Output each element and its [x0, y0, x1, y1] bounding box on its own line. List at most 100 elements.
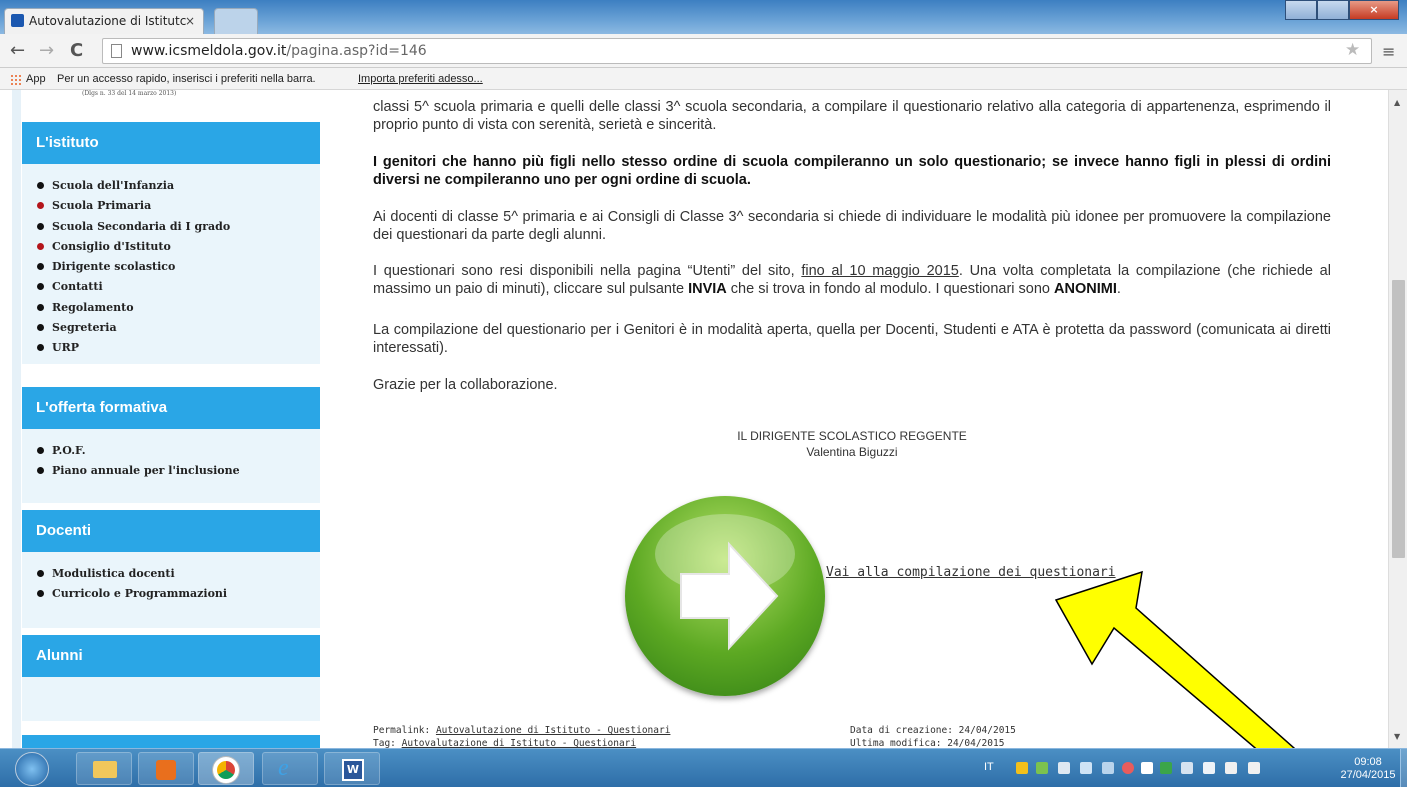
bluetooth-icon[interactable] [1141, 762, 1153, 774]
sidebar: (Dlgs n. 33 del 14 marzo 2013) L'istitut… [22, 90, 320, 748]
sidebar-item-urp[interactable]: URP [36, 338, 320, 358]
chrome-icon [213, 757, 239, 783]
network-icon[interactable] [1203, 762, 1215, 774]
paragraph-docenti: Ai docenti di classe 5^ primaria e ai Co… [373, 209, 1331, 243]
sidebar-menu-alunni [22, 677, 320, 721]
internet-explorer-icon: e [278, 755, 289, 781]
questionari-text-d: . [1116, 281, 1121, 297]
sidebar-item-pof[interactable]: P.O.F. [36, 441, 320, 461]
sidebar-heading-alunni: Alunni [22, 635, 320, 677]
paragraph-compilazione: La compilazione del questionario per i G… [373, 322, 1331, 356]
sidebar-heading-docenti: Docenti [22, 510, 320, 552]
signature-role: IL DIRIGENTE SCOLASTICO REGGENTE [737, 429, 967, 443]
language-indicator[interactable]: IT [984, 761, 994, 773]
tag-link[interactable]: Autovalutazione di Istituto - Questionar… [402, 738, 637, 748]
taskbar-explorer-button[interactable] [76, 752, 132, 785]
paragraph-grazie: Grazie per la collaborazione. [373, 377, 558, 393]
tray-sync-icon[interactable] [1080, 762, 1092, 774]
tray-update-icon[interactable] [1160, 762, 1172, 774]
permalink-label: Permalink: [373, 725, 431, 736]
media-player-icon [156, 760, 176, 780]
paragraph-questionari: I questionari sono resi disponibili nell… [373, 262, 1331, 298]
window-restore-button[interactable] [1285, 0, 1317, 20]
questionari-text-a: I questionari sono resi disponibili nell… [373, 263, 802, 279]
folder-icon [93, 761, 117, 778]
tray-monitor-icon[interactable] [1102, 762, 1114, 774]
new-tab-button[interactable] [214, 8, 258, 34]
logo-caption: (Dlgs n. 33 del 14 marzo 2013) [82, 90, 177, 97]
taskbar-chrome-button[interactable] [198, 752, 254, 785]
sidebar-item-scuola-primaria[interactable]: Scuola Primaria [36, 196, 320, 216]
sidebar-item-scuola-secondaria[interactable]: Scuola Secondaria di I grado [36, 217, 320, 237]
page-viewport: (Dlgs n. 33 del 14 marzo 2013) L'istitut… [0, 90, 1388, 748]
invia-label: INVIA [688, 281, 727, 297]
scrollbar-thumb[interactable] [1392, 280, 1405, 558]
url-bar[interactable]: www.icsmeldola.gov.it/pagina.asp?id=146 [102, 38, 1372, 64]
sidebar-item-scuola-infanzia[interactable]: Scuola dell'Infanzia [36, 176, 320, 196]
go-to-questionnaire-button[interactable] [625, 496, 825, 696]
tray-device-icon[interactable] [1058, 762, 1070, 774]
taskbar-word-button[interactable]: W [324, 752, 380, 785]
apps-label[interactable]: App [26, 68, 46, 90]
window-close-button[interactable]: × [1349, 0, 1399, 20]
windows-taskbar: e W IT 09:08 27/04/2015 [0, 748, 1407, 787]
bookmarks-hint: Per un accesso rapido, inserisci i prefe… [57, 73, 316, 85]
modified-date: Ultima modifica: 24/04/2015 [850, 738, 1005, 748]
tab-title: Autovalutazione di Istitutc [29, 14, 187, 28]
show-desktop-button[interactable] [1400, 749, 1407, 787]
sidebar-item-modulistica[interactable]: Modulistica docenti [36, 564, 320, 584]
sidebar-item-piano-inclusione[interactable]: Piano annuale per l'inclusione [36, 461, 320, 481]
tab-autovalutazione[interactable]: Autovalutazione di Istitutc × [4, 8, 204, 34]
sidebar-item-consiglio-istituto[interactable]: Consiglio d'Istituto [36, 237, 320, 257]
anonimi-label: ANONIMI [1054, 281, 1117, 297]
created-date: Data di creazione: 24/04/2015 [850, 725, 1016, 736]
sidebar-heading-offerta: L'offerta formativa [22, 387, 320, 429]
taskbar-media-button[interactable] [138, 752, 194, 785]
sidebar-item-regolamento[interactable]: Regolamento [36, 298, 320, 318]
yellow-arrow-annotation [1054, 570, 1296, 748]
page-icon [111, 44, 122, 58]
browser-menu-icon[interactable]: ≡ [1382, 42, 1395, 61]
taskbar-ie-button[interactable]: e [262, 752, 318, 785]
sidebar-item-curricolo[interactable]: Curricolo e Programmazioni [36, 584, 320, 604]
tray-alert-icon[interactable] [1122, 762, 1134, 774]
bookmarks-bar: App Per un accesso rapido, inserisci i p… [0, 68, 1407, 90]
import-bookmarks-link[interactable]: Importa preferiti adesso... [358, 68, 483, 90]
volume-icon[interactable] [1225, 762, 1237, 774]
sidebar-item-segreteria[interactable]: Segreteria [36, 318, 320, 338]
sidebar-menu-offerta: P.O.F. Piano annuale per l'inclusione [22, 429, 320, 503]
back-icon[interactable]: ← [10, 40, 25, 62]
window-minimize-button[interactable] [1317, 0, 1349, 20]
left-border-strip [12, 90, 21, 748]
sidebar-item-contatti[interactable]: Contatti [36, 277, 320, 297]
scroll-down-icon[interactable]: ▼ [1394, 732, 1400, 741]
forward-icon[interactable]: → [39, 40, 54, 62]
browser-titlebar: Autovalutazione di Istitutc × × [0, 0, 1407, 34]
sidebar-heading-next [22, 735, 320, 748]
tray-shield-icon[interactable] [1016, 762, 1028, 774]
permalink-link[interactable]: Autovalutazione di Istituto - Questionar… [436, 725, 671, 736]
reload-icon[interactable]: C [70, 40, 83, 62]
permalink-row: Permalink: Autovalutazione di Istituto -… [373, 724, 670, 737]
clock-time: 09:08 [1354, 756, 1382, 768]
start-button[interactable] [15, 752, 49, 786]
scroll-up-icon[interactable]: ▲ [1394, 98, 1400, 107]
deadline-date: fino al 10 maggio 2015 [801, 263, 959, 279]
signature-name: Valentina Biguzzi [806, 445, 898, 459]
sidebar-item-dirigente[interactable]: Dirigente scolastico [36, 257, 320, 277]
tray-app-icon[interactable] [1036, 762, 1048, 774]
tab-close-icon[interactable]: × [185, 9, 195, 33]
tag-label: Tag: [373, 738, 396, 748]
tag-row: Tag: Autovalutazione di Istituto - Quest… [373, 737, 636, 748]
sidebar-heading-istituto: L'istituto [22, 122, 320, 164]
vertical-scrollbar[interactable]: ▲ ▼ [1388, 90, 1407, 748]
tray-flag-icon[interactable] [1181, 762, 1193, 774]
url-path: /pagina.asp?id=146 [286, 43, 427, 59]
bookmark-star-icon[interactable]: ★ [1345, 40, 1360, 60]
clock-date: 27/04/2015 [1340, 769, 1396, 781]
apps-grid-icon[interactable] [10, 74, 22, 86]
url-host: www.icsmeldola.gov.it [131, 43, 287, 59]
action-center-icon[interactable] [1248, 762, 1260, 774]
system-clock[interactable]: 09:08 27/04/2015 [1338, 756, 1398, 782]
play-arrow-icon [655, 514, 795, 651]
